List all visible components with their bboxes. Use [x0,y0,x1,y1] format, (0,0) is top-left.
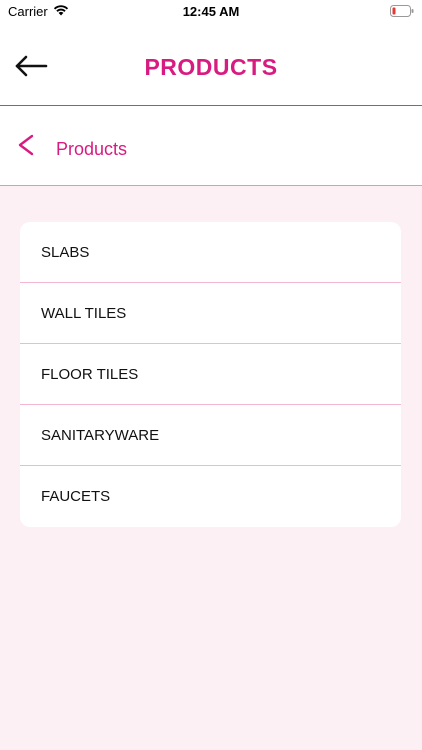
breadcrumb-back-button[interactable] [12,134,40,160]
list-item-label: FLOOR TILES [41,365,139,383]
status-bar: Carrier 12:45 AM [0,0,422,24]
product-list: SLABS WALL TILES FLOOR TILES SANITARYWAR… [20,222,401,527]
chevron-left-icon [16,133,36,162]
breadcrumb: Products [0,106,422,186]
list-item-label: WALL TILES [41,304,127,322]
app-header: PRODUCTS [0,24,422,106]
battery-low-icon [390,5,414,20]
list-item-sanitaryware[interactable]: SANITARYWARE [20,405,401,466]
list-item-floor-tiles[interactable]: FLOOR TILES [20,344,401,405]
breadcrumb-label: Products [56,139,128,159]
list-item-slabs[interactable]: SLABS [20,222,401,283]
list-item-label: SLABS [41,243,90,261]
list-item-label: SANITARYWARE [41,426,160,444]
app-screen: Carrier 12:45 AM PRODUCTS Products SLABS… [0,0,422,750]
list-item-faucets[interactable]: FAUCETS [20,466,401,527]
list-item-label: FAUCETS [41,488,111,505]
page-title: PRODUCTS [144,54,278,80]
status-time: 12:45 AM [182,4,240,19]
list-item-wall-tiles[interactable]: WALL TILES [20,283,401,344]
